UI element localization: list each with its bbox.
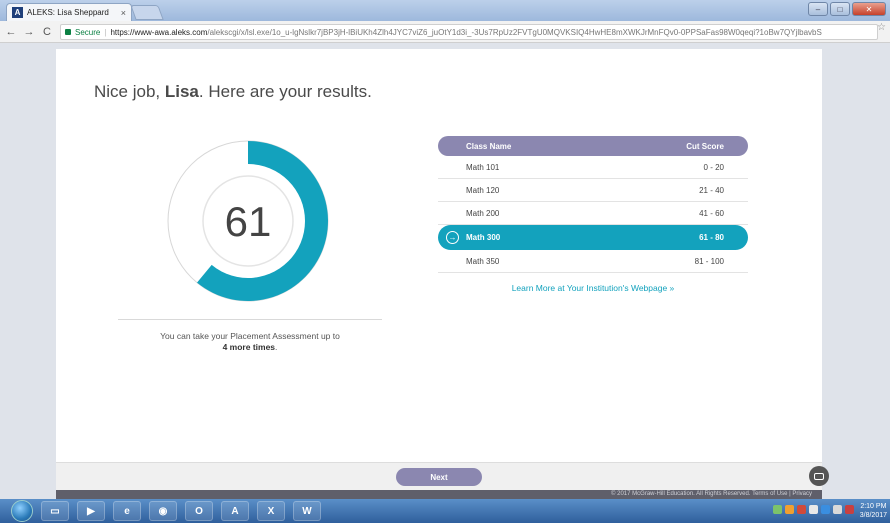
retake-period: . <box>275 342 278 352</box>
reload-icon[interactable]: C <box>40 26 54 38</box>
taskbar-clock[interactable]: 2:10 PM 3/8/2017 <box>860 502 887 520</box>
cut-score-cell: 61 - 80 <box>699 233 724 242</box>
tray-icon[interactable] <box>797 505 806 514</box>
table-header: Class Name Cut Score <box>438 136 748 156</box>
score-donut-chart: 61 <box>167 140 329 302</box>
cut-score-cell: 41 - 60 <box>699 208 724 218</box>
internet-explorer-icon[interactable]: e <box>113 501 141 521</box>
heading-prefix: Nice job, <box>94 82 165 101</box>
tab-title: ALEKS: Lisa Sheppard <box>27 8 109 17</box>
page-title: Nice job, Lisa. Here are your results. <box>94 82 372 102</box>
retake-line-1: You can take your Placement Assessment u… <box>160 331 340 341</box>
tray-icon[interactable] <box>809 505 818 514</box>
class-name-cell: Math 350 <box>466 256 500 266</box>
class-name-cell: Math 101 <box>466 162 500 172</box>
print-button[interactable] <box>809 466 829 486</box>
bookmark-star-icon[interactable]: ☆ <box>877 22 886 33</box>
system-tray <box>773 505 854 514</box>
forward-icon[interactable]: → <box>22 26 36 38</box>
cut-score-cell: 0 - 20 <box>703 162 724 172</box>
url-path: /alekscgi/x/lsl.exe/1o_u-lgNslkr7jBP3jH-… <box>207 27 822 37</box>
address-bar-row: ← → C Secure | https://www-awa.aleks.com… <box>0 21 890 43</box>
class-name-cell: Math 300 <box>466 233 501 242</box>
table-row: Math 200 41 - 60 <box>438 202 748 225</box>
media-player-icon[interactable]: ▶ <box>77 501 105 521</box>
table-row: Math 120 21 - 40 <box>438 179 748 202</box>
chrome-icon[interactable]: ◉ <box>149 501 177 521</box>
printer-icon <box>814 472 824 480</box>
column-cut-score: Cut Score <box>686 141 724 151</box>
retake-count: 4 more times <box>222 342 276 352</box>
footer-bar: Next <box>56 462 829 490</box>
new-tab-button[interactable] <box>130 5 164 20</box>
next-button[interactable]: Next <box>396 468 482 486</box>
table-row-highlighted: → Math 300 61 - 80 <box>438 225 748 250</box>
copyright-text: © 2017 McGraw-Hill Education. All Rights… <box>56 490 822 499</box>
flag-icon[interactable] <box>845 505 854 514</box>
user-name: Lisa <box>164 82 199 101</box>
file-explorer-icon[interactable]: ▭ <box>41 501 69 521</box>
start-button[interactable] <box>11 500 33 522</box>
column-class-name: Class Name <box>466 141 512 151</box>
tray-icon[interactable] <box>785 505 794 514</box>
secure-label: Secure <box>75 27 101 37</box>
cut-score-table: Class Name Cut Score Math 101 0 - 20 Mat… <box>438 136 748 273</box>
tray-icon[interactable] <box>821 505 830 514</box>
speaker-icon[interactable] <box>833 505 842 514</box>
url-host: https://www-awa.aleks.com <box>110 27 208 37</box>
window-close-icon[interactable]: ✕ <box>852 2 886 16</box>
page-area: Nice job, Lisa. Here are your results. 6… <box>0 43 890 499</box>
url-separator: | <box>104 27 107 37</box>
browser-tab[interactable]: A ALEKS: Lisa Sheppard × <box>6 3 132 21</box>
window-controls: – □ ✕ <box>808 2 886 16</box>
results-card: Nice job, Lisa. Here are your results. 6… <box>56 49 822 462</box>
table-row: Math 101 0 - 20 <box>438 156 748 179</box>
learn-more-link[interactable]: Learn More at Your Institution's Webpage… <box>438 283 748 293</box>
heading-suffix: . Here are your results. <box>198 82 372 101</box>
score-value: 61 <box>225 198 272 245</box>
cut-score-cell: 81 - 100 <box>694 256 724 266</box>
lock-icon <box>65 29 71 35</box>
acrobat-icon[interactable]: A <box>221 501 249 521</box>
outlook-icon[interactable]: O <box>185 501 213 521</box>
aleks-favicon-icon: A <box>12 7 23 18</box>
clock-time: 2:10 PM <box>860 503 887 510</box>
class-name-cell: Math 200 <box>466 208 500 218</box>
divider <box>118 319 382 320</box>
maximize-icon[interactable]: □ <box>830 2 850 16</box>
url-input[interactable]: Secure | https://www-awa.aleks.com/aleks… <box>60 24 878 40</box>
clock-date: 3/8/2017 <box>859 512 887 519</box>
word-icon[interactable]: W <box>293 501 321 521</box>
cut-score-cell: 21 - 40 <box>699 185 724 195</box>
windows-taskbar: ▭ ▶ e ◉ O A X W 2:10 PM 3/8/2017 <box>0 499 890 523</box>
excel-icon[interactable]: X <box>257 501 285 521</box>
back-icon[interactable]: ← <box>4 26 18 38</box>
class-name-cell: Math 120 <box>466 185 500 195</box>
tray-icon[interactable] <box>773 505 782 514</box>
retake-message: You can take your Placement Assessment u… <box>118 331 382 353</box>
minimize-icon[interactable]: – <box>808 2 828 16</box>
tab-close-icon[interactable]: × <box>121 8 126 18</box>
table-row: Math 350 81 - 100 <box>438 250 748 273</box>
arrow-right-circle-icon: → <box>446 231 459 244</box>
browser-tabstrip: A ALEKS: Lisa Sheppard × – □ ✕ <box>0 0 890 21</box>
